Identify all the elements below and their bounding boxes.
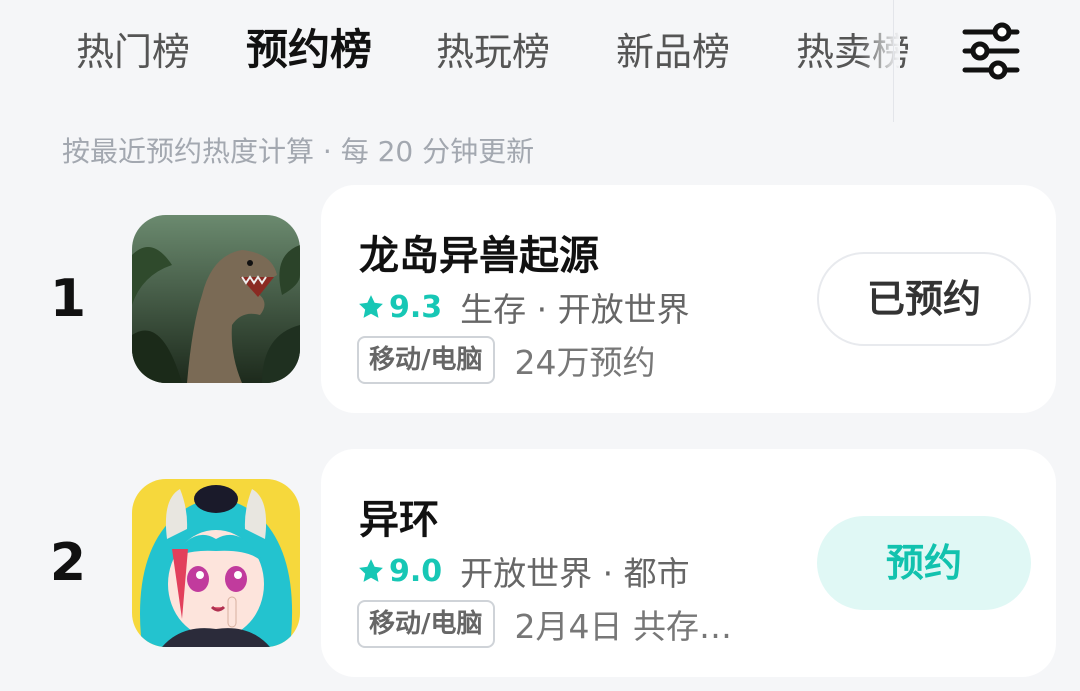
tab-reservation-label: 预约榜 — [246, 25, 373, 74]
game-genre: 生存 · 开放世界 — [460, 290, 690, 329]
game-info: 移动/电脑 2月4日 共存… — [357, 599, 732, 649]
game-icon-dinosaur[interactable] — [132, 215, 300, 383]
tab-new[interactable]: 新品榜 — [616, 24, 730, 80]
ranking-row[interactable]: 1 龙岛异兽起源 9.3 生存 · 开放世界 移动/电脑 24万预约 已预约 — [0, 185, 1080, 413]
game-icon-anime-girl[interactable] — [132, 479, 300, 647]
rank-number: 1 — [49, 269, 87, 329]
tab-scroll-fade — [860, 20, 900, 90]
game-card[interactable]: 龙岛异兽起源 9.3 生存 · 开放世界 移动/电脑 24万预约 已预约 — [321, 185, 1056, 413]
platform-badge: 移动/电脑 — [357, 600, 495, 648]
reserved-button[interactable]: 已预约 — [817, 252, 1031, 346]
ranking-tabs: 热门榜 预约榜 热玩榜 新品榜 热卖榜 — [0, 0, 1080, 122]
star-icon — [359, 295, 383, 318]
game-title: 异环 — [359, 497, 439, 543]
game-genre: 开放世界 · 都市 — [460, 554, 690, 593]
game-info: 移动/电脑 24万预约 — [357, 335, 656, 385]
tab-reservation[interactable]: 预约榜 — [242, 22, 377, 78]
ranking-row[interactable]: 2 异环 9.0 开放世界 · 都市 移动/电脑 2月4日 共存… 预约 — [0, 449, 1080, 677]
platform-badge: 移动/电脑 — [357, 336, 495, 384]
game-title: 龙岛异兽起源 — [359, 233, 599, 279]
rating-score: 9.3 — [389, 289, 443, 325]
tab-hot[interactable]: 热门榜 — [76, 24, 190, 80]
release-info: 2月4日 共存… — [514, 607, 732, 646]
game-meta: 9.3 生存 · 开放世界 — [357, 285, 690, 329]
rating-score: 9.0 — [389, 553, 443, 589]
game-meta: 9.0 开放世界 · 都市 — [357, 549, 690, 593]
rank-number: 2 — [49, 533, 87, 593]
dinosaur-art-icon — [132, 215, 300, 383]
game-card[interactable]: 异环 9.0 开放世界 · 都市 移动/电脑 2月4日 共存… 预约 — [321, 449, 1056, 677]
reserve-button[interactable]: 预约 — [817, 516, 1031, 610]
ranking-subtitle: 按最近预约热度计算 · 每 20 分钟更新 — [62, 135, 535, 168]
star-icon — [359, 559, 383, 582]
sliders-icon — [962, 22, 1020, 80]
reservation-count: 24万预约 — [514, 343, 656, 382]
ranking-page: 热门榜 预约榜 热玩榜 新品榜 热卖榜 按最近预约热度计算 · 每 20 分钟更… — [0, 0, 1080, 691]
tab-most-played[interactable]: 热玩榜 — [436, 24, 550, 80]
tab-divider — [893, 0, 894, 122]
anime-character-art-icon — [132, 479, 300, 647]
filter-button[interactable] — [958, 18, 1024, 84]
